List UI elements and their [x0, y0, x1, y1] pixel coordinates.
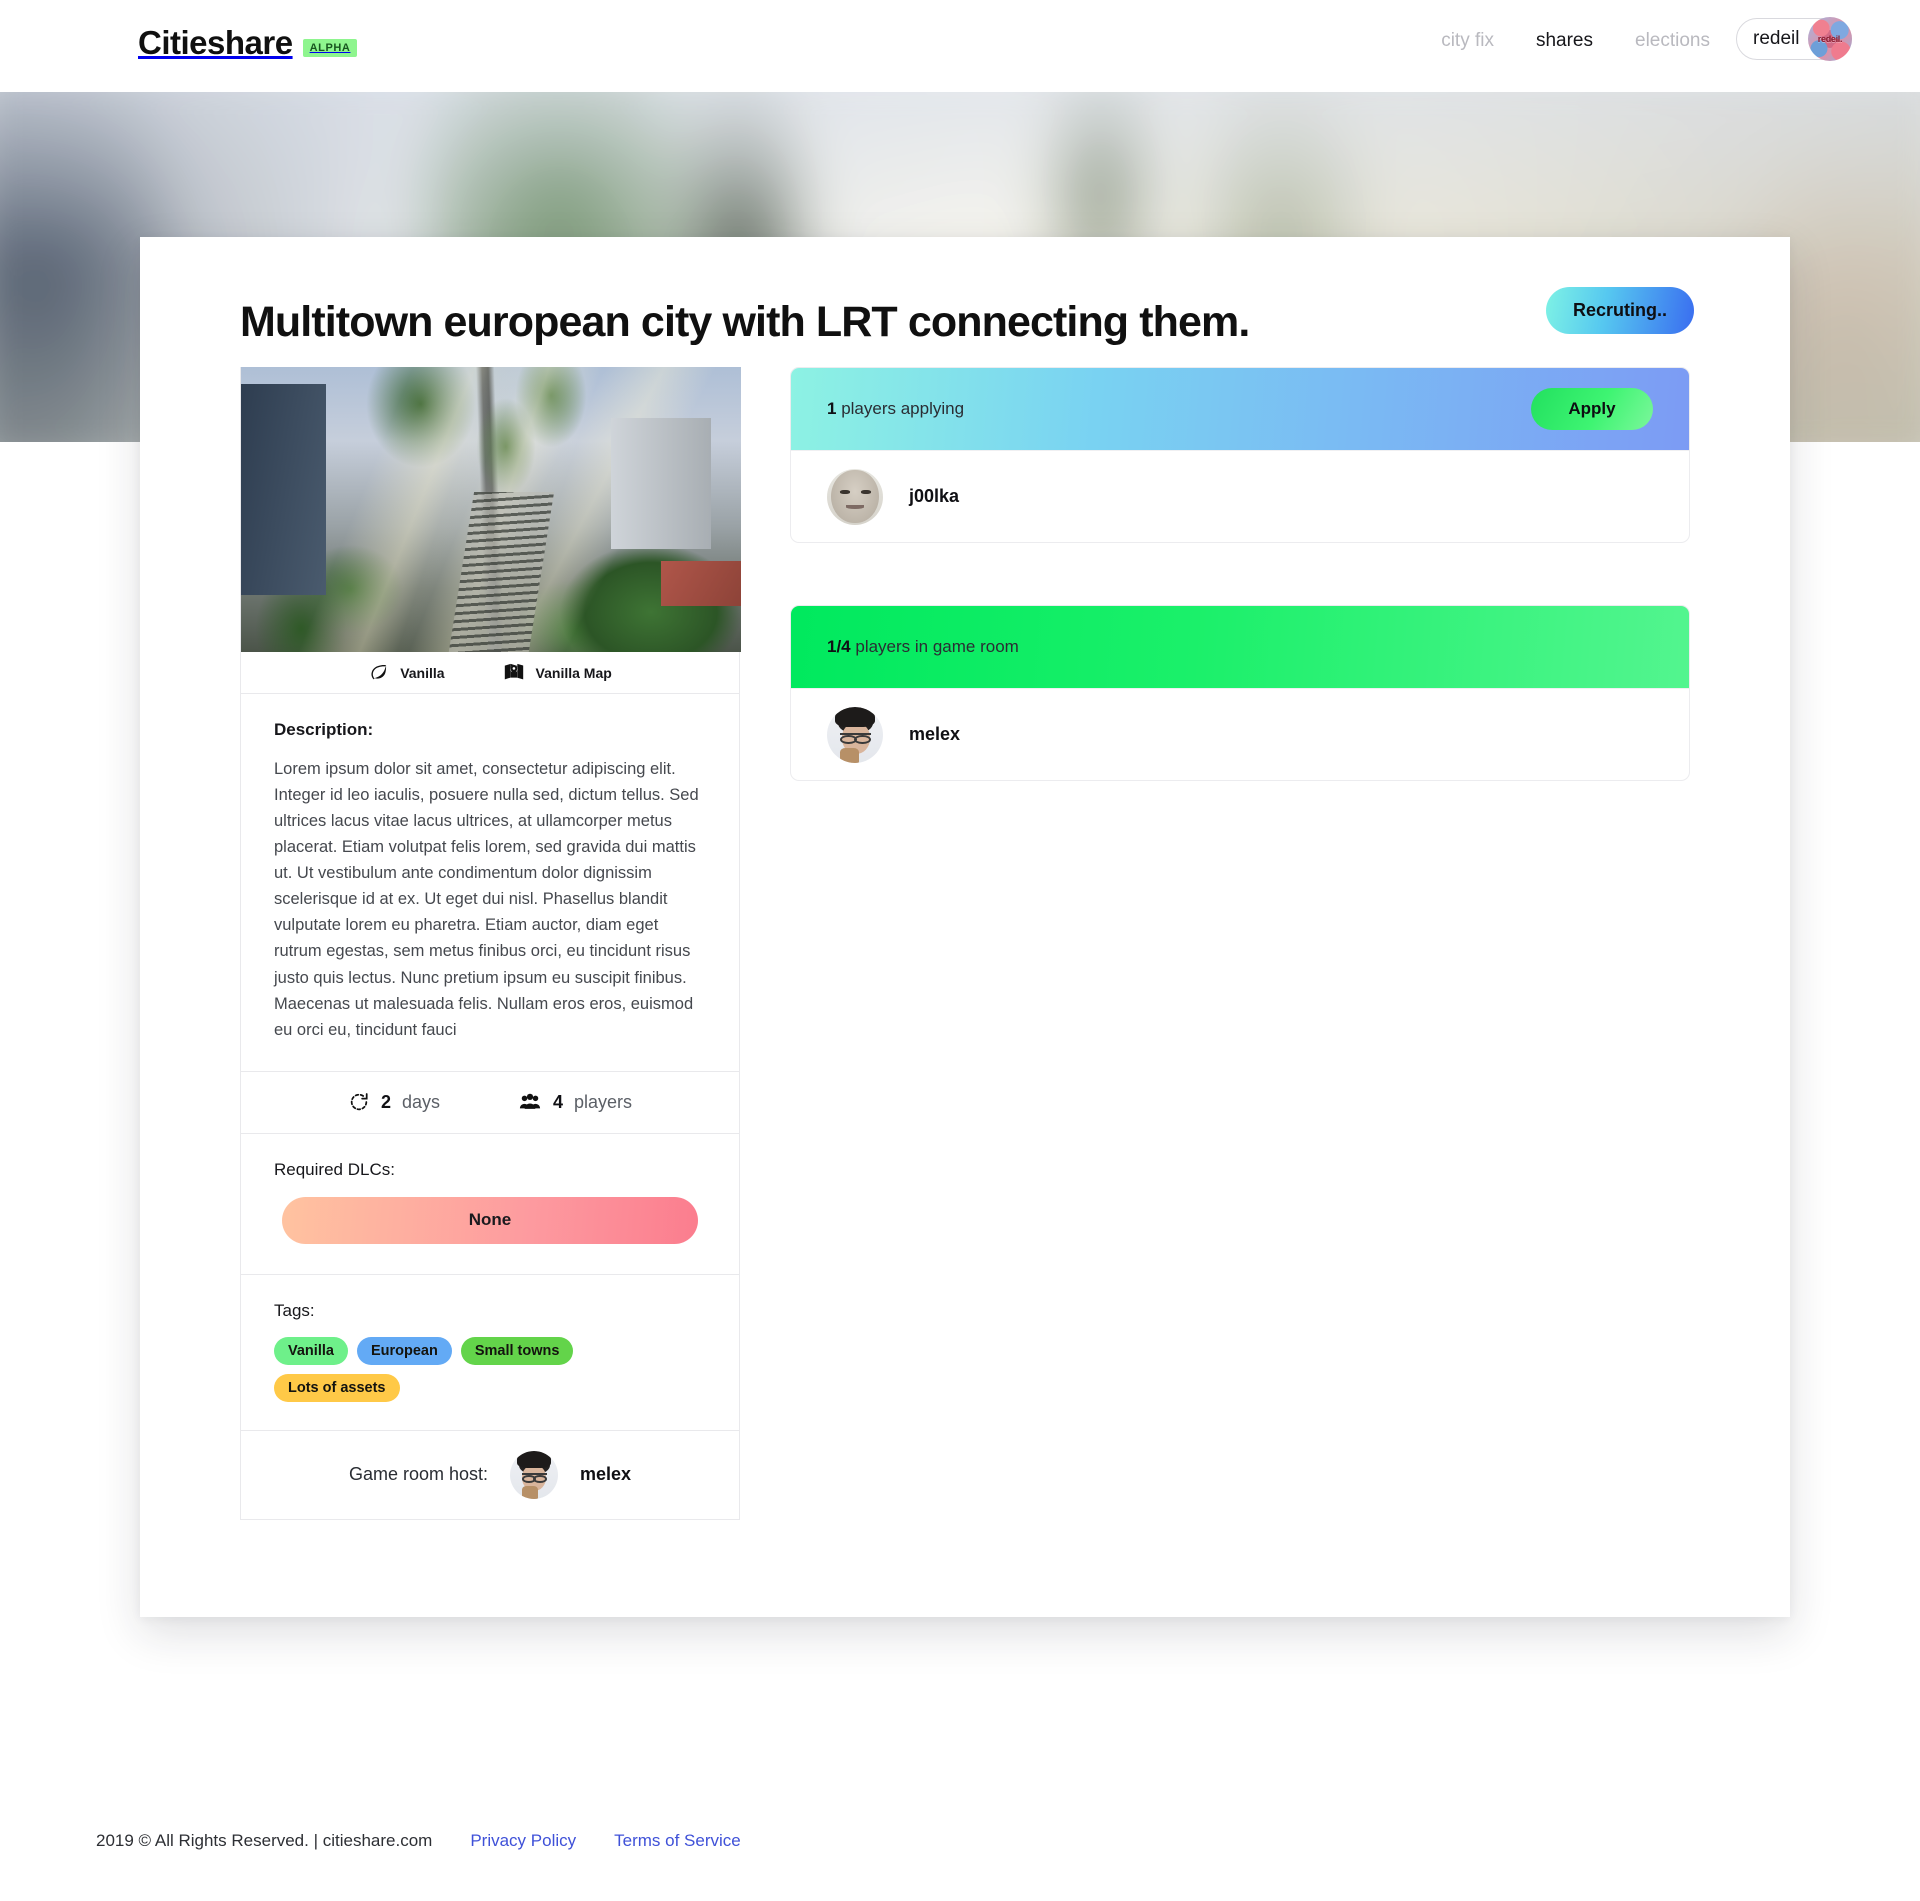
stat-players-value: 4 — [553, 1091, 564, 1112]
page-title: Multitown european city with LRT connect… — [240, 298, 1250, 346]
host-name[interactable]: melex — [580, 1464, 631, 1485]
user-menu-button[interactable]: redeil redeil. — [1736, 17, 1852, 61]
game-room-count-value: 1/4 — [827, 637, 851, 656]
game-room-member-row[interactable]: melex — [791, 688, 1689, 780]
dlc-block: Required DLCs: None — [241, 1134, 739, 1275]
alpha-badge: ALPHA — [302, 39, 358, 57]
nav-link-elections[interactable]: elections — [1635, 30, 1710, 52]
screenshot-building-right — [611, 418, 711, 550]
brand-logo[interactable]: Citieshare ALPHA — [138, 24, 358, 62]
game-room-count: 1/4 players in game room — [827, 637, 1019, 657]
footer-copyright: 2019 © All Rights Reserved. | citieshare… — [96, 1831, 433, 1850]
avatar: redeil. — [1808, 17, 1852, 61]
apply-button[interactable]: Apply — [1531, 388, 1653, 430]
stat-players: 4 players — [518, 1091, 632, 1113]
refresh-icon — [348, 1091, 370, 1113]
applying-count-value: 1 — [827, 399, 837, 418]
tags-title: Tags: — [274, 1300, 315, 1320]
meta-label-map: Vanilla Map — [535, 664, 612, 681]
tags-block: Tags: Vanilla European Small towns Lots … — [241, 1275, 739, 1431]
avatar-eye-right — [861, 489, 871, 494]
stat-duration-unit: days — [401, 1091, 440, 1112]
description-text: Lorem ipsum dolor sit amet, consectetur … — [274, 760, 699, 1039]
nav-link-city-fix[interactable]: city fix — [1441, 30, 1494, 52]
game-room-member-name[interactable]: melex — [909, 724, 960, 745]
applicant-name[interactable]: j00lka — [909, 486, 959, 507]
tag-lots-of-assets[interactable]: Lots of assets — [274, 1373, 400, 1402]
host-label: Game room host: — [348, 1464, 488, 1485]
footer: 2019 © All Rights Reserved. | citieshare… — [0, 1781, 1920, 1901]
game-room-card: 1/4 players in game room melex — [790, 605, 1690, 781]
navbar: Citieshare ALPHA city fix shares electio… — [0, 0, 1920, 92]
avatar-hand — [521, 1486, 538, 1499]
applying-card: 1 players applying Apply j00lka — [790, 367, 1690, 543]
screenshot-roof — [661, 560, 741, 607]
avatar-hair — [516, 1450, 552, 1468]
status-badge: Recruting.. — [1546, 287, 1694, 334]
avatar-eye-left — [840, 489, 850, 494]
screenshot-lrt-track — [447, 492, 555, 652]
description-title: Description: — [274, 720, 374, 739]
user-name: redeil — [1753, 28, 1800, 49]
listing-body: Vanilla Vanilla Map Description: Lorem i… — [140, 367, 1790, 1520]
applying-count: 1 players applying — [827, 399, 964, 419]
applicant-avatar — [827, 468, 883, 525]
avatar-hand — [840, 747, 860, 763]
description-block: Description: Lorem ipsum dolor sit amet,… — [241, 694, 739, 1072]
meta-item-map: Vanilla Map — [503, 662, 612, 683]
footer-link-privacy-policy[interactable]: Privacy Policy — [470, 1831, 576, 1851]
listing-meta-row: Vanilla Vanilla Map — [241, 652, 739, 694]
dlc-value-pill: None — [282, 1196, 698, 1244]
avatar-hair — [834, 706, 876, 727]
nav-links: city fix shares elections — [1441, 30, 1710, 52]
avatar-skin — [831, 469, 879, 524]
applying-count-text: players applying — [841, 399, 965, 418]
listing-header: Multitown european city with LRT connect… — [140, 237, 1790, 367]
rooms-panel: 1 players applying Apply j00lka 1/4 play… — [790, 367, 1690, 1520]
avatar-tag: redeil. — [1817, 34, 1843, 44]
applicant-row[interactable]: j00lka — [791, 450, 1689, 542]
listing-screenshot[interactable] — [241, 367, 741, 652]
leaf-icon — [368, 662, 389, 683]
listing-details-panel: Vanilla Vanilla Map Description: Lorem i… — [240, 367, 741, 1520]
tag-small-towns[interactable]: Small towns — [460, 1336, 574, 1365]
dlc-title: Required DLCs: — [274, 1159, 395, 1179]
brand-name: Citieshare — [138, 24, 293, 61]
meta-label-mods: Vanilla — [400, 664, 445, 681]
stat-duration-value: 2 — [380, 1091, 391, 1112]
game-room-count-text: players in game room — [855, 637, 1019, 656]
screenshot-building-left — [241, 384, 326, 595]
game-room-member-avatar — [827, 706, 883, 763]
meta-item-mods: Vanilla — [368, 662, 445, 683]
page-root: Citieshare ALPHA city fix shares electio… — [0, 0, 1920, 1901]
avatar-glasses — [840, 732, 871, 745]
tags-list: Vanilla European Small towns Lots of ass… — [274, 1336, 706, 1402]
avatar-mouth — [846, 505, 864, 509]
host-avatar — [510, 1450, 558, 1499]
screenshot-image — [241, 367, 741, 652]
users-icon — [518, 1091, 542, 1113]
stat-players-unit: players — [574, 1091, 633, 1112]
map-icon — [503, 662, 525, 683]
applying-header: 1 players applying Apply — [791, 368, 1689, 450]
host-row: Game room host: melex — [241, 1431, 739, 1519]
nav-link-shares[interactable]: shares — [1536, 30, 1593, 52]
stat-duration: 2 days — [348, 1091, 440, 1113]
tag-european[interactable]: European — [356, 1336, 452, 1365]
tag-vanilla[interactable]: Vanilla — [274, 1336, 348, 1365]
listing-card: Multitown european city with LRT connect… — [140, 237, 1790, 1617]
avatar-glasses — [521, 1473, 548, 1484]
stats-row: 2 days 4 players — [241, 1072, 739, 1134]
game-room-header: 1/4 players in game room — [791, 606, 1689, 688]
footer-link-terms-of-service[interactable]: Terms of Service — [614, 1831, 741, 1851]
